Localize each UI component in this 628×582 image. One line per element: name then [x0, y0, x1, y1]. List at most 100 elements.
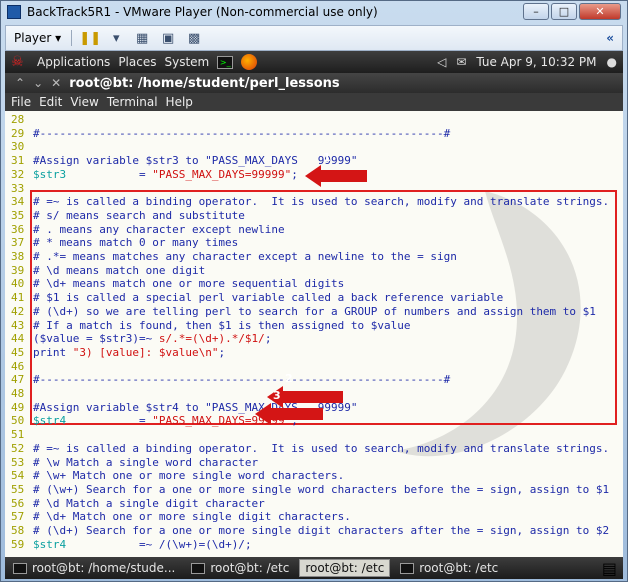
line-number: 28 [11, 113, 25, 126]
code-line: 29 #-------------------------------------… [11, 127, 450, 141]
window-titlebar[interactable]: BackTrack5R1 - VMware Player (Non-commer… [1, 1, 627, 23]
line-number: 45 [11, 345, 25, 359]
terminal-launcher-icon[interactable]: >_ [217, 55, 234, 69]
line-number: 36 [11, 222, 25, 236]
code-text: # . means any character except newline [33, 222, 285, 236]
gnome-top-panel: ☠ Applications Places System >_ ◁ ✉ Tue … [5, 51, 623, 73]
desktop-switcher-icon[interactable]: ▤ [602, 559, 623, 578]
line-number: 31 [11, 154, 25, 168]
line-number: 39 [11, 263, 25, 277]
code-punct: ; [291, 167, 298, 181]
line-number: 30 [11, 140, 25, 154]
code-text: print [33, 345, 73, 359]
code-text: # (\d+) so we are telling perl to search… [33, 304, 596, 318]
code-text: # =~ is called a binding operator. It is… [33, 195, 610, 209]
volume-icon[interactable]: ◁ [437, 55, 446, 69]
arrow-head-icon [255, 403, 271, 425]
chevron-up-icon[interactable]: ⌃ [15, 76, 25, 90]
code-line: 39 # \d means match one digit [11, 264, 205, 278]
code-line: 52 # =~ is called a binding operator. It … [11, 442, 609, 456]
taskbar-item[interactable]: root@bt: /home/stude... [7, 559, 181, 577]
menu-edit[interactable]: Edit [39, 95, 62, 109]
panel-clock[interactable]: Tue Apr 9, 10:32 PM [476, 55, 596, 69]
system-menu[interactable]: System [164, 55, 209, 69]
line-number: 58 [11, 524, 25, 537]
line-number: 52 [11, 441, 25, 455]
code-text: # \w+ Match one or more single word char… [33, 469, 345, 483]
line-number: 51 [11, 428, 25, 442]
pause-icon[interactable]: ❚❚ [79, 30, 101, 46]
guest-screen: ☠ Applications Places System >_ ◁ ✉ Tue … [5, 51, 623, 579]
line-number: 48 [11, 387, 25, 400]
code-text: # \d+ Match one or more single digit cha… [33, 510, 351, 524]
window-title: BackTrack5R1 - VMware Player (Non-commer… [27, 5, 378, 19]
code-text: # \d+ means match one or more sequential… [33, 277, 345, 291]
code-line: 30 [11, 140, 33, 154]
code-line: 43 # If a match is found, then $1 is then… [11, 319, 411, 333]
unity-icon[interactable]: ▩ [186, 30, 202, 46]
taskbar-item-active[interactable]: root@bt: /etc [299, 559, 391, 577]
menu-view[interactable]: View [70, 95, 98, 109]
code-text: # .*= means matches any character except… [33, 250, 457, 263]
line-number: 56 [11, 496, 25, 510]
callout-number: 1 [323, 151, 331, 164]
line-number: 34 [11, 195, 25, 209]
menu-help[interactable]: Help [166, 95, 193, 109]
line-number: 54 [11, 469, 25, 483]
line-number: 53 [11, 455, 25, 469]
terminal-titlebar[interactable]: ⌃ ⌄ ✕ root@bt: /home/student/perl_lesson… [5, 73, 623, 93]
firefox-launcher-icon[interactable] [241, 54, 258, 70]
code-line: 42 # (\d+) so we are telling perl to sear… [11, 305, 596, 319]
player-menu-button[interactable]: Player ▾ [14, 31, 61, 45]
line-number: 38 [11, 250, 25, 263]
code-line: 59 $str4 =~ /(\w+)=(\d+)/; [11, 538, 252, 552]
taskbar-item-label: root@bt: /etc [419, 561, 499, 575]
chevron-down-icon[interactable]: ▾ [108, 30, 124, 46]
code-line: 34 # =~ is called a binding operator. It … [11, 195, 609, 209]
maximize-button[interactable]: □ [551, 3, 577, 20]
line-number: 44 [11, 332, 25, 346]
code-line: 37 # * means match 0 or many times [11, 236, 238, 250]
taskbar-item[interactable]: root@bt: /etc [394, 559, 504, 577]
bottom-taskbar: root@bt: /home/stude... root@bt: /etc ro… [5, 557, 623, 579]
code-line: 40 # \d+ means match one or more sequenti… [11, 277, 344, 291]
code-text: # (\d+) Search for a one or more single … [33, 524, 610, 537]
terminal-text-area[interactable]: 28 29 #-----------------------------------… [5, 111, 623, 557]
close-icon[interactable]: ✕ [51, 76, 61, 90]
code-text: # \w Match a single word character [33, 455, 259, 469]
taskbar-item[interactable]: root@bt: /etc [185, 559, 295, 577]
backtrack-logo-icon[interactable]: ☠ [11, 54, 29, 70]
code-punct: ; [264, 332, 272, 346]
mail-icon[interactable]: ✉ [456, 55, 466, 69]
window-controls: – □ ✕ [523, 3, 621, 20]
code-string: "PASS_MAX_DAYS=99999" [152, 167, 292, 181]
places-menu[interactable]: Places [118, 55, 156, 69]
collapse-toolbar-button[interactable]: « [606, 31, 614, 45]
vmware-window: BackTrack5R1 - VMware Player (Non-commer… [0, 0, 628, 582]
line-number: 59 [11, 537, 25, 551]
vmware-app-icon [7, 5, 21, 19]
code-line: 53 # \w Match a single word character [11, 456, 258, 470]
network-icon[interactable]: ▦ [134, 30, 150, 46]
line-number: 40 [11, 277, 25, 291]
code-string: "3) [value]: $value\n" [72, 345, 219, 359]
vmware-toolbar: Player ▾ ❚❚ ▾ ▦ ▣ ▩ « [5, 25, 623, 51]
callout-number: 3 [273, 389, 281, 402]
line-number: 29 [11, 126, 25, 140]
code-punct: ; [218, 345, 226, 359]
menu-terminal[interactable]: Terminal [107, 95, 158, 109]
user-icon[interactable]: ● [607, 55, 617, 69]
minimize-button[interactable]: – [523, 3, 549, 20]
code-line: 33 [11, 182, 33, 196]
menu-file[interactable]: File [11, 95, 31, 109]
line-number: 32 [11, 167, 25, 181]
fullscreen-icon[interactable]: ▣ [160, 30, 176, 46]
callout-arrow-1: 1 [305, 151, 367, 187]
code-text: ($value = $str3)=~ [33, 332, 159, 346]
taskbar-item-label: root@bt: /etc [305, 561, 385, 575]
code-line: 41 # $1 is called a special perl variable… [11, 291, 503, 305]
code-line: 32 $str3 = "PASS_MAX_DAYS=99999"; [11, 168, 298, 182]
applications-menu[interactable]: Applications [37, 55, 110, 69]
chevron-down-icon[interactable]: ⌄ [33, 76, 43, 90]
close-button[interactable]: ✕ [579, 3, 621, 20]
